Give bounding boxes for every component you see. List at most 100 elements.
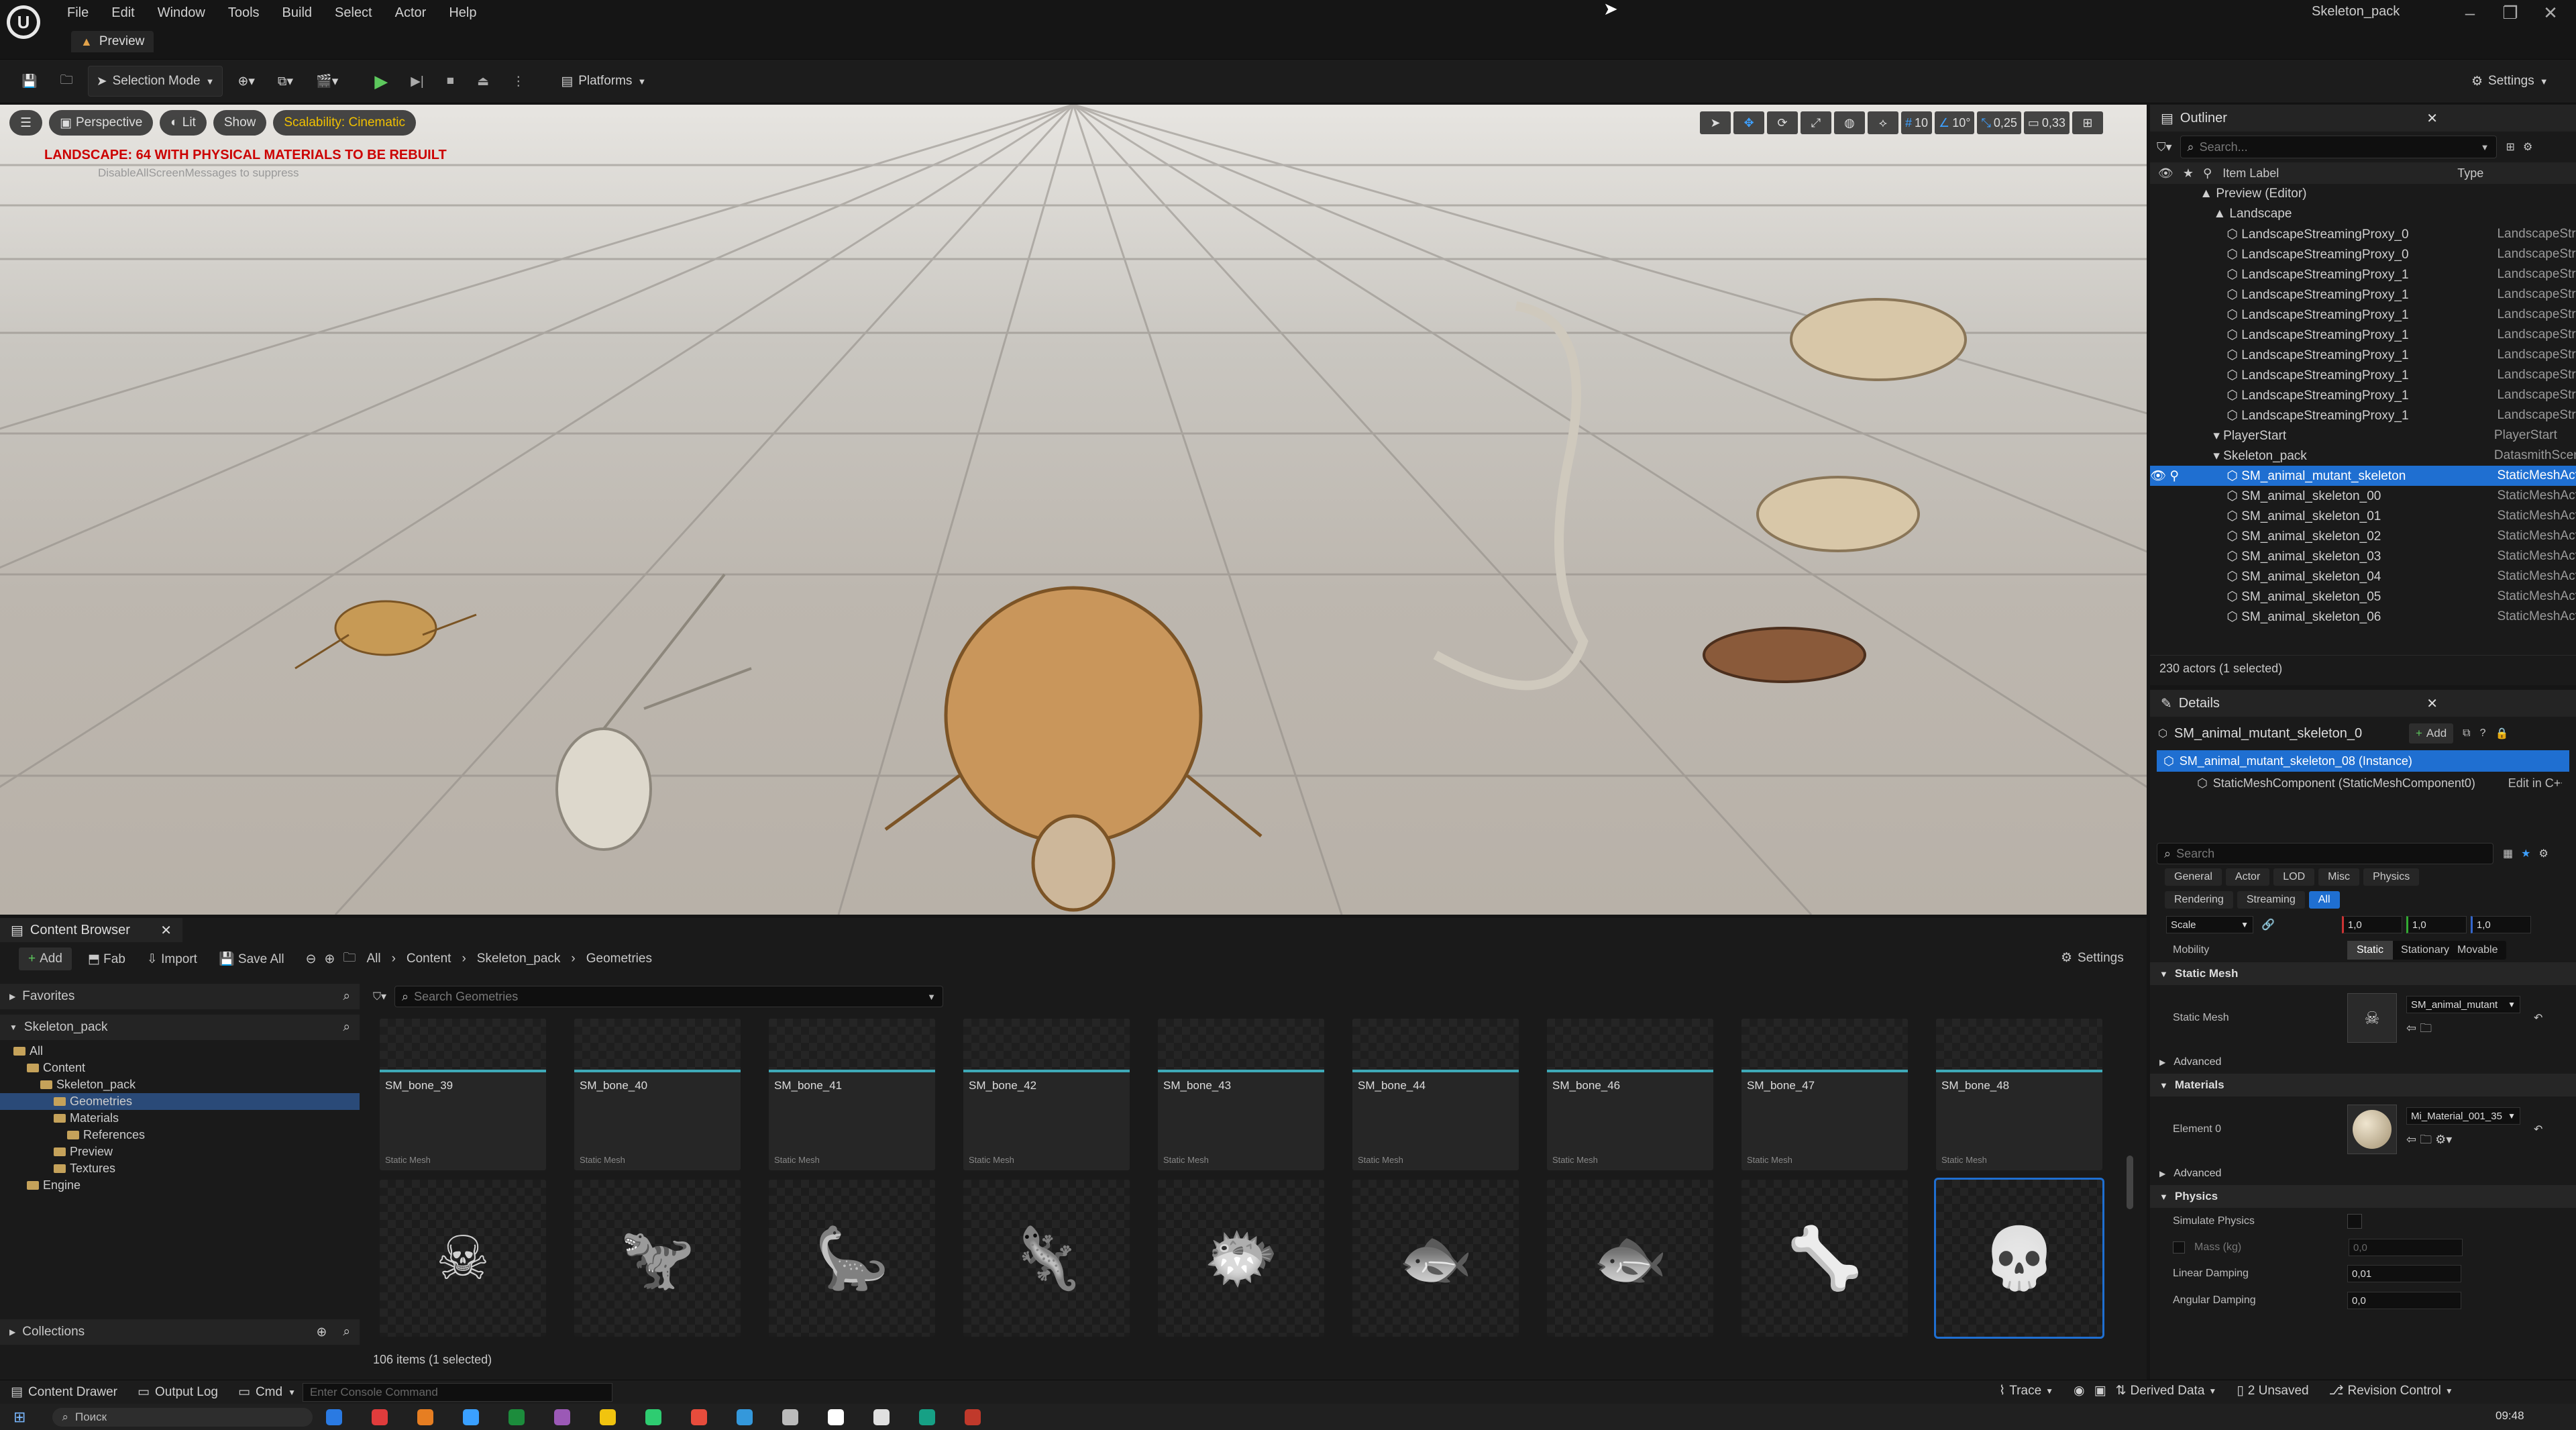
- column-item-label[interactable]: Item Label: [2222, 166, 2457, 181]
- advanced-row-1[interactable]: ▶ Advanced: [2150, 1051, 2576, 1074]
- layout-icon[interactable]: ⊞: [2072, 111, 2103, 134]
- breadcrumb-item[interactable]: Geometries: [586, 952, 652, 966]
- breadcrumb-item[interactable]: All: [366, 952, 380, 966]
- trace-button[interactable]: ⌇ Trace ▼: [1999, 1383, 2053, 1398]
- content-drawer-button[interactable]: ▤ Content Drawer: [11, 1384, 117, 1400]
- folder-tree-item[interactable]: Materials: [0, 1110, 360, 1127]
- mass-field[interactable]: 0,0: [2349, 1239, 2463, 1256]
- menu-item-edit[interactable]: Edit: [111, 5, 134, 21]
- filter-tab-actor[interactable]: Actor: [2225, 868, 2270, 886]
- outliner-search-input[interactable]: ⌕ Search... ▼: [2180, 136, 2497, 158]
- folder-tree-item[interactable]: All: [0, 1043, 360, 1060]
- angular-damping-field[interactable]: 0,0: [2347, 1292, 2461, 1309]
- breadcrumb-item[interactable]: Content: [407, 952, 451, 966]
- close-icon[interactable]: ✕: [2530, 3, 2571, 23]
- rotate-icon[interactable]: ⟳: [1767, 111, 1798, 134]
- close-tab-icon[interactable]: ✕: [160, 922, 172, 939]
- component-instance-row[interactable]: ⬡ SM_animal_mutant_skeleton_08 (Instance…: [2157, 750, 2569, 772]
- browse-icon[interactable]: 🗀: [52, 66, 81, 96]
- unsaved-button[interactable]: ▯ 2 Unsaved: [2237, 1383, 2308, 1398]
- visibility-icon[interactable]: 👁: [2158, 166, 2174, 181]
- record-icon[interactable]: ◉: [2074, 1383, 2085, 1398]
- taskbar-app-icon[interactable]: [645, 1409, 662, 1425]
- scale-dropdown[interactable]: Scale ▼: [2166, 916, 2253, 933]
- filter-icon[interactable]: ⛉▾: [2157, 140, 2172, 154]
- gear-icon[interactable]: ⚙: [2538, 847, 2548, 860]
- scalability-button[interactable]: Scalability: Cinematic: [273, 110, 416, 136]
- save-all-button[interactable]: 💾 Save All: [219, 951, 284, 967]
- asset-tile[interactable]: 💀: [1934, 1178, 2104, 1339]
- outliner-row[interactable]: ⬡ SM_animal_skeleton_00 StaticMeshAct: [2150, 486, 2576, 506]
- reset-icon[interactable]: ↶: [2534, 1011, 2542, 1025]
- folder-tree-item[interactable]: Engine: [0, 1177, 360, 1194]
- asset-tile[interactable]: 🐡: [1158, 1180, 1324, 1337]
- grid-snap-button[interactable]: #10: [1901, 111, 1933, 134]
- taskbar-app-icon[interactable]: [873, 1409, 890, 1425]
- filter-tab-streaming[interactable]: Streaming: [2237, 891, 2305, 909]
- outliner-row[interactable]: ▾ PlayerStart PlayerStart: [2150, 425, 2576, 446]
- show-button[interactable]: Show: [213, 110, 267, 136]
- asset-scrollbar[interactable]: [2127, 1156, 2133, 1209]
- menu-item-file[interactable]: File: [67, 5, 89, 21]
- folder-tree-item[interactable]: References: [0, 1127, 360, 1143]
- taskbar-app-icon[interactable]: [463, 1409, 480, 1425]
- static-mesh-thumbnail[interactable]: ☠: [2347, 993, 2397, 1043]
- help-icon[interactable]: ?: [2480, 727, 2486, 739]
- favorites-header[interactable]: ▶ Favorites ⌕: [0, 984, 360, 1009]
- taskbar-app-icon[interactable]: [600, 1409, 616, 1425]
- static-mesh-component-row[interactable]: ⬡ StaticMeshComponent (StaticMeshCompone…: [2150, 772, 2576, 795]
- play-icon[interactable]: ▶: [366, 66, 396, 96]
- select-icon[interactable]: ➤: [1700, 111, 1731, 134]
- import-button[interactable]: ⇩ Import: [147, 952, 197, 967]
- step-icon[interactable]: ▶|: [402, 66, 432, 96]
- unreal-logo-icon[interactable]: U: [7, 5, 40, 39]
- settings-button[interactable]: ⚙ Settings ▼: [2463, 66, 2557, 96]
- outliner-row[interactable]: ▲ Landscape: [2150, 204, 2576, 224]
- asset-tile[interactable]: SM_bone_42 Static Mesh: [963, 1019, 1130, 1170]
- outliner-tab[interactable]: ▤ Outliner ✕: [2150, 105, 2576, 132]
- taskbar-app-icon[interactable]: [737, 1409, 753, 1425]
- breadcrumb-item[interactable]: Skeleton_pack: [477, 952, 561, 966]
- blueprint-icon[interactable]: ⧉▾: [270, 66, 301, 96]
- folder-tree-item[interactable]: Geometries: [0, 1093, 360, 1110]
- folder-tree-item[interactable]: Textures: [0, 1160, 360, 1177]
- folder-tree-item[interactable]: Preview: [0, 1143, 360, 1160]
- mobility-movable[interactable]: Movable: [2449, 944, 2506, 956]
- filter-tab-rendering[interactable]: Rendering: [2165, 891, 2233, 909]
- menu-item-actor[interactable]: Actor: [395, 5, 427, 21]
- windows-start-icon[interactable]: ⊞: [13, 1409, 25, 1426]
- menu-item-help[interactable]: Help: [449, 5, 476, 21]
- mobility-stationary[interactable]: Stationary: [2393, 944, 2449, 956]
- search-icon[interactable]: ⌕: [343, 1325, 350, 1339]
- asset-tile[interactable]: 🐟: [1352, 1180, 1519, 1337]
- taskbar-app-icon[interactable]: [554, 1409, 571, 1425]
- scale-x-field[interactable]: 1,0: [2341, 916, 2402, 933]
- stop-icon[interactable]: ■: [439, 66, 462, 96]
- taskbar-app-icon[interactable]: [417, 1409, 434, 1425]
- linear-damping-field[interactable]: 0,01: [2347, 1265, 2461, 1282]
- cmd-dropdown[interactable]: ▭ Cmd ▼: [238, 1384, 296, 1400]
- asset-tile[interactable]: SM_bone_46 Static Mesh: [1547, 1019, 1713, 1170]
- outliner-row[interactable]: ⬡ LandscapeStreamingProxy_0 LandscapeStre: [2150, 224, 2576, 244]
- browse-icon[interactable]: 🗀: [2420, 1021, 2432, 1035]
- menu-item-build[interactable]: Build: [282, 5, 312, 21]
- scale-y-field[interactable]: 1,0: [2406, 916, 2467, 933]
- fab-button[interactable]: ⬒ Fab: [88, 952, 125, 967]
- scale-snap-button[interactable]: ⤡ 0,25: [1977, 111, 2021, 134]
- scale-icon[interactable]: ⤢: [1801, 111, 1831, 134]
- console-input[interactable]: Enter Console Command: [302, 1382, 612, 1402]
- lit-button[interactable]: ◐ Lit: [160, 110, 207, 136]
- outliner-row[interactable]: ⬡ SM_animal_skeleton_06 StaticMeshAct: [2150, 607, 2576, 627]
- material-picker[interactable]: Mi_Material_001_35 ▼: [2406, 1107, 2520, 1125]
- more-options-icon[interactable]: ⋮: [504, 66, 533, 96]
- add-actor-icon[interactable]: ⊕▾: [229, 66, 262, 96]
- asset-tile[interactable]: SM_bone_47 Static Mesh: [1741, 1019, 1908, 1170]
- rotation-snap-button[interactable]: ∠ 10°: [1935, 111, 1975, 134]
- camera-icon[interactable]: ▣: [2094, 1383, 2106, 1398]
- asset-tile[interactable]: SM_bone_43 Static Mesh: [1158, 1019, 1324, 1170]
- content-browser-tab[interactable]: ▤ Content Browser ✕: [0, 918, 182, 942]
- column-type[interactable]: Type: [2457, 166, 2483, 181]
- asset-tile[interactable]: SM_bone_48 Static Mesh: [1936, 1019, 2102, 1170]
- search-icon[interactable]: ⌕: [343, 1020, 350, 1035]
- taskbar-app-icon[interactable]: [691, 1409, 708, 1425]
